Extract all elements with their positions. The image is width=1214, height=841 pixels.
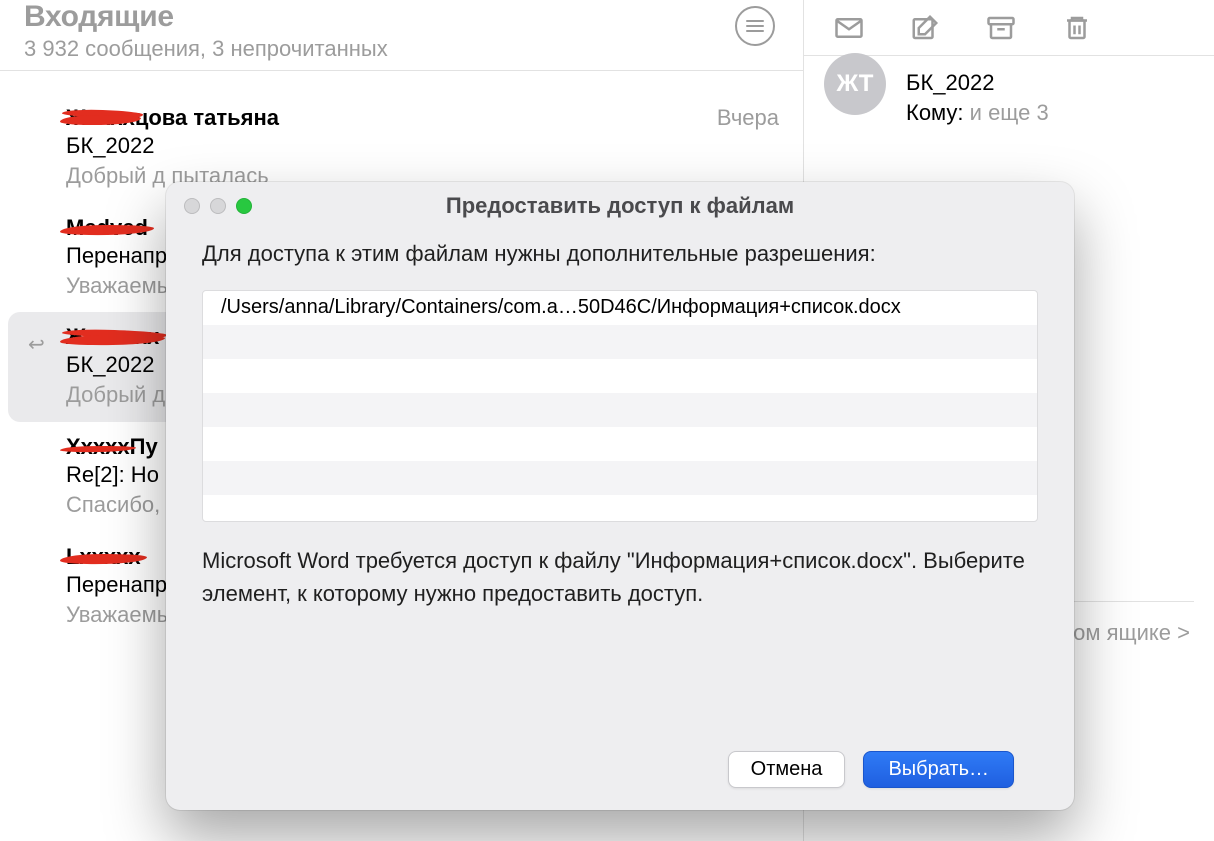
dialog-buttons: Отмена Выбрать…	[202, 733, 1038, 810]
archive-icon[interactable]	[984, 11, 1018, 45]
mark-unread-icon[interactable]	[832, 11, 866, 45]
delete-icon[interactable]	[1060, 11, 1094, 45]
message-subject: БК_2022	[66, 133, 779, 159]
cancel-button[interactable]: Отмена	[728, 751, 846, 788]
message-sender: Lxxxxx	[66, 544, 141, 570]
window-close-button[interactable]	[184, 198, 200, 214]
message-time: Вчера	[717, 105, 779, 131]
window-minimize-button[interactable]	[210, 198, 226, 214]
file-access-dialog: Предоставить доступ к файлам Для доступа…	[166, 182, 1074, 810]
dialog-prompt: Для доступа к этим файлам нужны дополнит…	[202, 238, 1038, 270]
message-sender: XxxxxПу	[66, 434, 158, 460]
file-list-item[interactable]: /Users/anna/Library/Containers/com.a…50D…	[203, 291, 1037, 325]
message-header: ЖТ БК_2022 Кому: и еще 3	[824, 70, 1194, 126]
filter-icon[interactable]	[735, 6, 775, 46]
dialog-titlebar: Предоставить доступ к файлам	[166, 182, 1074, 230]
reply-icon: ↩	[28, 332, 45, 357]
preview-recipients: Кому: и еще 3	[906, 100, 1049, 126]
dialog-message: Microsoft Word требуется доступ к файлу …	[202, 544, 1038, 610]
dialog-file-list[interactable]: /Users/anna/Library/Containers/com.a…50D…	[202, 290, 1038, 522]
message-sender: Жxxxxxx	[66, 324, 159, 350]
mailbox-status: 3 932 сообщения, 3 непрочитанных	[24, 36, 388, 62]
mailbox-title: Входящие	[24, 0, 388, 34]
dialog-title: Предоставить доступ к файлам	[166, 193, 1074, 219]
sender-avatar: ЖТ	[824, 53, 886, 115]
window-zoom-button[interactable]	[236, 198, 252, 214]
compose-icon[interactable]	[908, 11, 942, 45]
mailbox-header: Входящие 3 932 сообщения, 3 непрочитанны…	[0, 0, 803, 71]
message-sender: Medved	[66, 215, 148, 241]
choose-button[interactable]: Выбрать…	[863, 751, 1014, 788]
message-sender: Жxxxxцова татьяна	[66, 105, 279, 131]
window-controls	[184, 198, 252, 214]
preview-toolbar	[804, 0, 1214, 56]
preview-subject: БК_2022	[906, 70, 1049, 96]
